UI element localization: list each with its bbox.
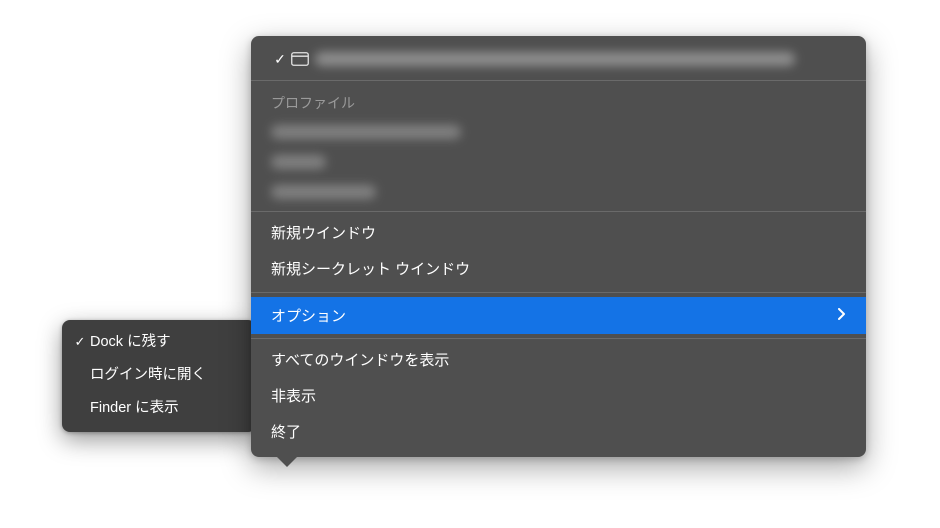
menu-item-label: 終了 <box>271 421 301 445</box>
menu-separator <box>251 80 866 81</box>
profile-section-header: プロファイル <box>251 85 866 117</box>
menu-item-profile-1[interactable] <box>251 117 866 147</box>
menu-item-options[interactable]: オプション <box>251 297 866 334</box>
menu-item-quit[interactable]: 終了 <box>251 415 866 451</box>
menu-item-label: 新規ウインドウ <box>271 222 376 246</box>
blurred-profile-name <box>271 155 326 169</box>
menu-item-show-all-windows[interactable]: すべてのウインドウを表示 <box>251 343 866 379</box>
submenu-item-show-in-finder[interactable]: ✓ Finder に表示 <box>62 392 256 425</box>
menu-item-profile-3[interactable] <box>251 177 866 207</box>
options-submenu: ✓ Dock に残す ✓ ログイン時に開く ✓ Finder に表示 <box>62 320 256 432</box>
blurred-profile-name <box>271 185 376 199</box>
blurred-window-title <box>315 52 795 66</box>
menu-item-window[interactable]: ✓ <box>251 42 866 76</box>
checkmark-icon: ✓ <box>271 48 289 70</box>
menu-item-label: 非表示 <box>271 385 316 409</box>
submenu-item-label: Dock に残す <box>90 331 171 354</box>
menu-item-profile-2[interactable] <box>251 147 866 177</box>
menu-item-hide[interactable]: 非表示 <box>251 379 866 415</box>
menu-item-new-incognito-window[interactable]: 新規シークレット ウインドウ <box>251 252 866 288</box>
checkmark-icon: ✓ <box>72 332 88 353</box>
menu-separator <box>251 292 866 293</box>
menu-item-label: 新規シークレット ウインドウ <box>271 258 470 282</box>
submenu-item-label: ログイン時に開く <box>90 364 206 387</box>
blurred-profile-name <box>271 125 461 139</box>
chevron-right-icon <box>838 307 846 325</box>
dock-context-menu: ✓ プロファイル 新規ウインドウ 新規シークレット ウインドウ オプション <box>251 36 866 457</box>
submenu-item-keep-in-dock[interactable]: ✓ Dock に残す <box>62 326 256 359</box>
window-icon <box>291 52 309 66</box>
submenu-item-open-at-login[interactable]: ✓ ログイン時に開く <box>62 359 256 392</box>
menu-item-label: オプション <box>271 305 346 326</box>
submenu-item-label: Finder に表示 <box>90 397 179 420</box>
menu-item-new-window[interactable]: 新規ウインドウ <box>251 216 866 252</box>
menu-item-label: すべてのウインドウを表示 <box>271 349 449 373</box>
menu-separator <box>251 211 866 212</box>
menu-separator <box>251 338 866 339</box>
